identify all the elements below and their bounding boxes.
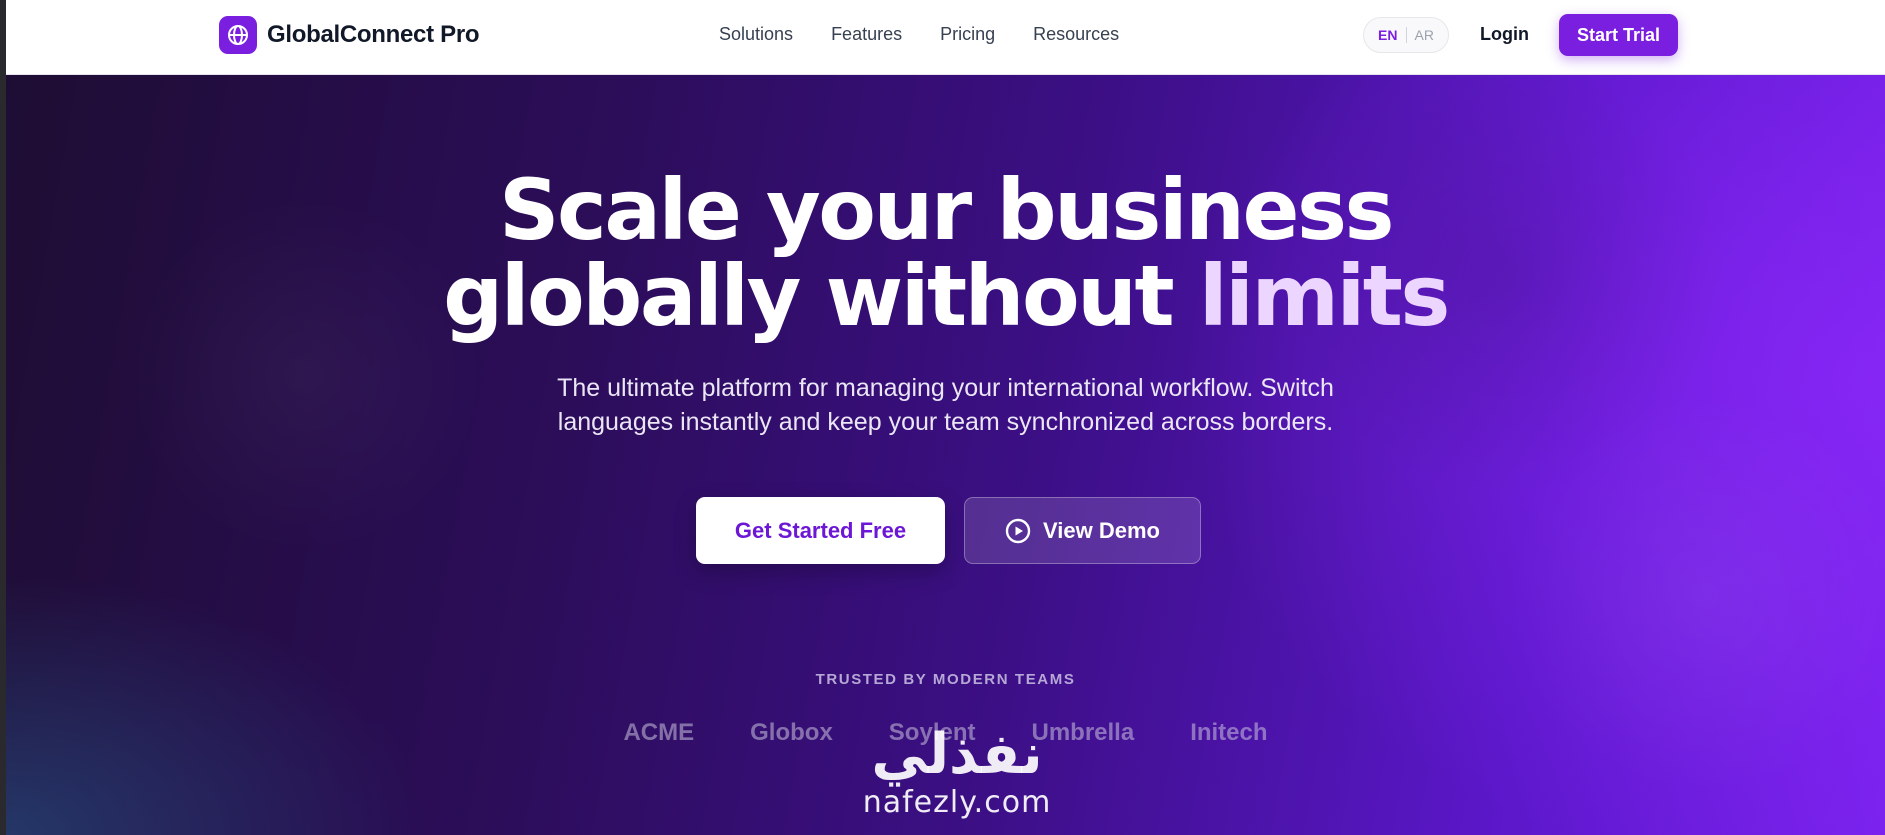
headline-accent-text: limits (1198, 247, 1451, 345)
get-started-button[interactable]: Get Started Free (696, 497, 945, 564)
top-navbar: GlobalConnect Pro Solutions Features Pri… (6, 0, 1885, 75)
nav-links: Solutions Features Pricing Resources (719, 24, 1157, 45)
language-ar-option[interactable]: AR (1415, 27, 1434, 43)
subtitle-line-2: languages instantly and keep your team s… (557, 408, 1334, 436)
hero-subtitle: The ultimate platform for managing your … (6, 371, 1885, 439)
subtitle-line-1: The ultimate platform for managing your … (557, 374, 1334, 402)
partner-logo-globox: Globox (750, 719, 833, 746)
brand[interactable]: GlobalConnect Pro (219, 16, 480, 54)
globe-icon (219, 16, 257, 54)
login-link[interactable]: Login (1480, 24, 1529, 45)
headline-main-text: globally without (443, 247, 1199, 345)
language-divider (1405, 27, 1407, 43)
language-en-option[interactable]: EN (1378, 27, 1397, 43)
watermark-arabic: نفذلي (871, 722, 1043, 787)
hero-headline: Scale your business globally without lim… (6, 167, 1885, 339)
nav-link-features[interactable]: Features (831, 24, 902, 45)
partner-logo-initech: Initech (1190, 719, 1268, 746)
view-demo-button[interactable]: View Demo (964, 497, 1201, 564)
watermark: نفذلي nafezly.com (842, 725, 1072, 835)
browser-viewport: GlobalConnect Pro Solutions Features Pri… (6, 0, 1885, 835)
headline-line-2: globally without limits (6, 253, 1885, 339)
watermark-latin: nafezly.com (862, 785, 1052, 820)
brand-name: GlobalConnect Pro (267, 21, 480, 48)
nav-link-resources[interactable]: Resources (1033, 24, 1119, 45)
start-trial-button[interactable]: Start Trial (1559, 14, 1678, 56)
nav-link-pricing[interactable]: Pricing (940, 24, 995, 45)
hero-section: Scale your business globally without lim… (6, 75, 1885, 835)
headline-line-1: Scale your business (499, 161, 1394, 259)
play-circle-icon (1005, 518, 1031, 544)
view-demo-label: View Demo (1043, 517, 1160, 543)
nav-link-solutions[interactable]: Solutions (719, 24, 793, 45)
trusted-heading: TRUSTED BY MODERN TEAMS (815, 671, 1076, 688)
language-switcher: EN AR (1363, 17, 1449, 53)
partner-logo-acme: ACME (623, 719, 695, 746)
